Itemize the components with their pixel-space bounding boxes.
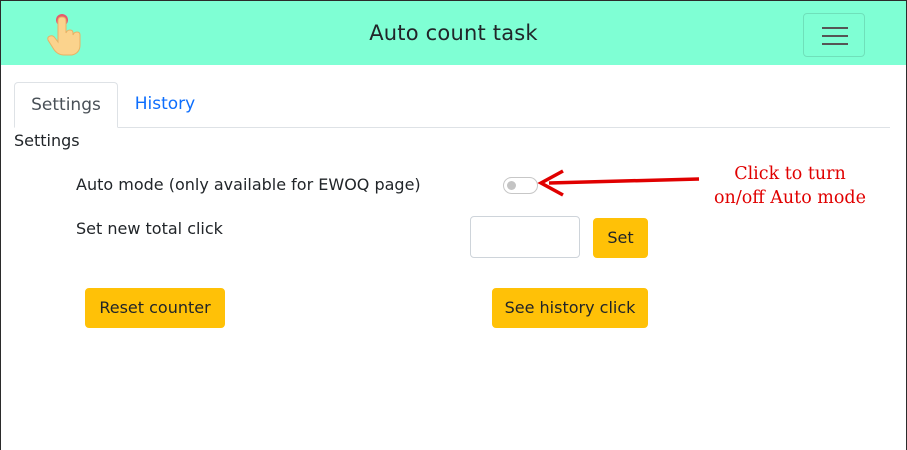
section-title: Settings <box>14 131 80 150</box>
total-click-input[interactable] <box>470 216 580 258</box>
app-title: Auto count task <box>369 21 538 45</box>
annotation-text: Click to turn on/off Auto mode <box>700 162 880 210</box>
tab-settings[interactable]: Settings <box>14 82 118 128</box>
auto-mode-label: Auto mode (only available for EWOQ page) <box>76 175 421 194</box>
tab-history[interactable]: History <box>118 82 212 128</box>
reset-counter-button[interactable]: Reset counter <box>85 288 225 328</box>
see-history-button[interactable]: See history click <box>492 288 648 328</box>
total-click-label: Set new total click <box>76 219 223 238</box>
annotation-line-1: Click to turn <box>734 164 846 184</box>
annotation-line-2: on/off Auto mode <box>714 188 866 208</box>
menu-toggle-button[interactable] <box>803 13 865 57</box>
auto-mode-toggle[interactable] <box>503 177 538 194</box>
navbar: Auto count task <box>1 1 906 65</box>
hamburger-menu-icon <box>822 27 848 29</box>
annotation-arrow-icon <box>537 169 700 197</box>
set-button[interactable]: Set <box>593 218 648 258</box>
